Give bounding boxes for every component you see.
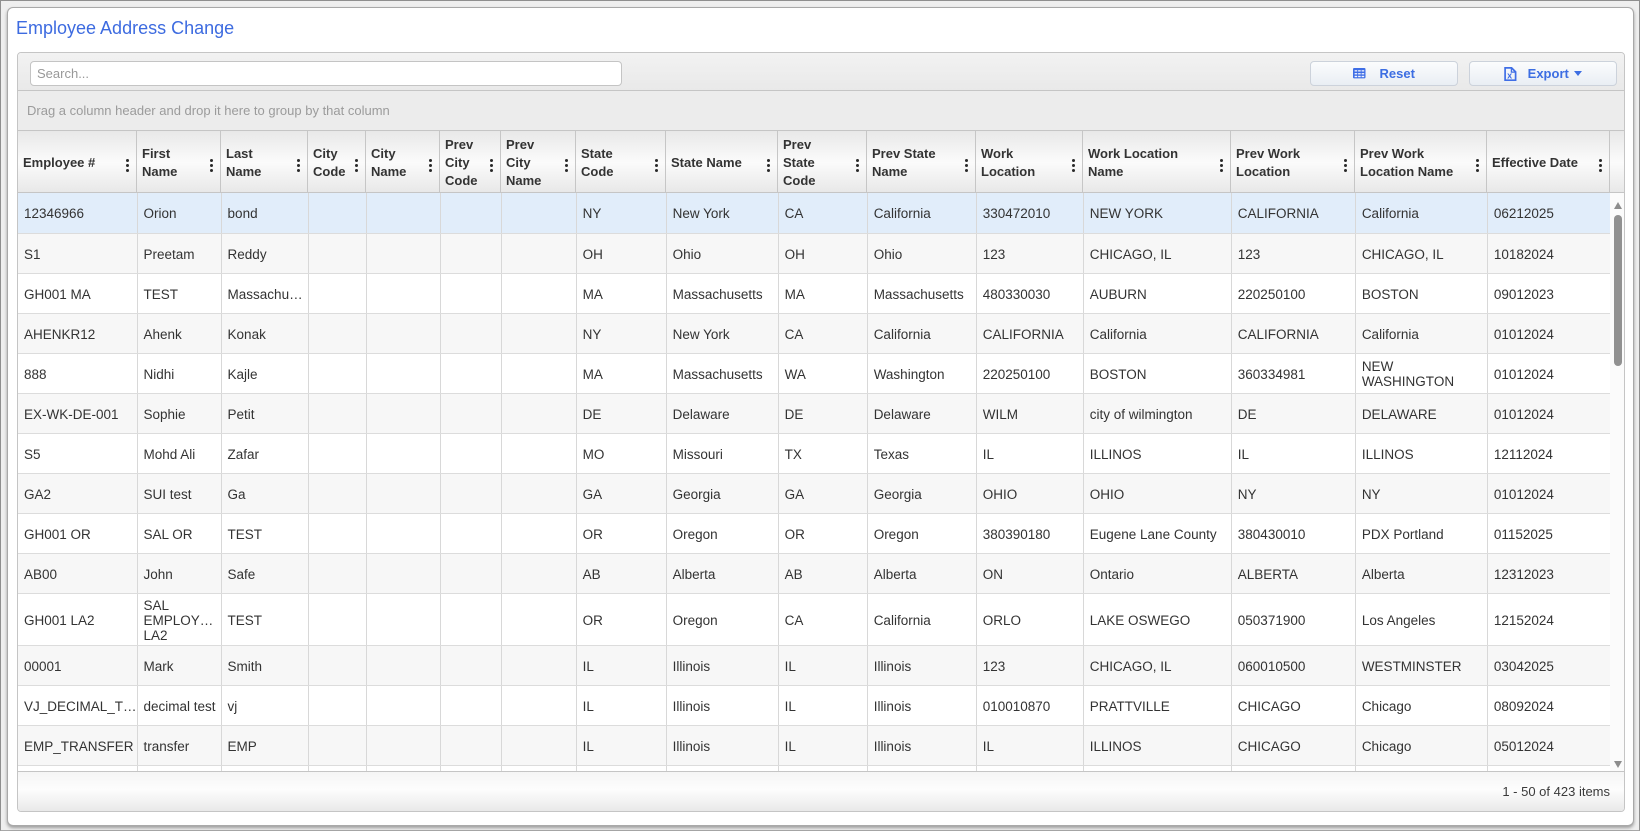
svg-text:x: x bbox=[1507, 70, 1512, 80]
